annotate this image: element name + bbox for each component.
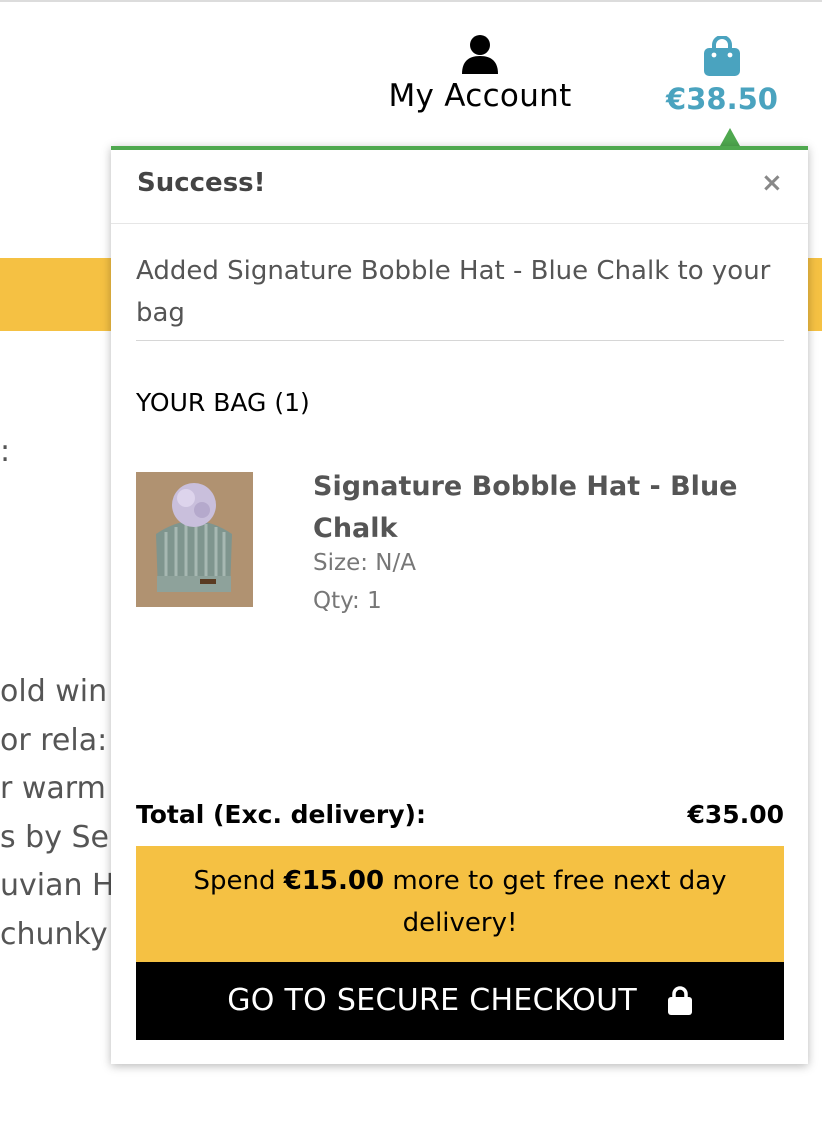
background-line: old win [0, 674, 108, 709]
shopping-bag-link[interactable]: €38.50 [662, 36, 782, 116]
lock-icon [667, 986, 692, 1015]
shopping-bag-icon [704, 36, 740, 76]
popup-header: Success! × [111, 150, 808, 224]
background-line: or rela: [0, 722, 108, 758]
total-value: €35.00 [687, 800, 784, 829]
product-quantity: Qty: 1 [313, 588, 382, 614]
bag-total: €38.50 [666, 82, 778, 116]
my-account-link[interactable]: My Account [380, 34, 580, 114]
product-thumbnail[interactable] [136, 472, 253, 607]
page: My Account €38.50 : old win or rela: r w… [0, 0, 822, 1146]
popup-title: Success! [137, 168, 266, 198]
product-name[interactable]: Signature Bobble Hat - Blue Chalk [313, 466, 753, 550]
background-line: r warm [0, 771, 106, 806]
close-icon[interactable]: × [761, 170, 783, 196]
product-size: Size: N/A [313, 550, 416, 576]
background-text-fragment: : [0, 434, 11, 469]
delivery-suffix: more to get free next day delivery! [392, 866, 727, 938]
checkout-label: GO TO SECURE CHECKOUT [227, 983, 637, 1018]
message-divider [136, 340, 784, 341]
background-description: old win or rela: r warm s by Se uvian H … [0, 668, 115, 959]
background-line: chunky [0, 916, 108, 952]
background-line: uvian H [0, 868, 115, 903]
secure-checkout-button[interactable]: GO TO SECURE CHECKOUT [136, 962, 784, 1040]
background-line: s by Se [0, 819, 109, 855]
delivery-amount: €15.00 [283, 866, 385, 896]
success-message: Added Signature Bobble Hat - Blue Chalk … [136, 256, 771, 328]
bag-success-popup: Success! × Added Signature Bobble Hat - … [111, 146, 808, 1064]
my-account-label: My Account [388, 78, 572, 114]
total-label: Total (Exc. delivery): [136, 800, 426, 829]
bag-heading: YOUR BAG (1) [136, 388, 310, 417]
popup-pointer [720, 128, 740, 146]
free-delivery-notice: Spend €15.00 more to get free next day d… [136, 846, 784, 962]
top-divider [0, 0, 822, 2]
delivery-prefix: Spend [193, 866, 276, 896]
user-icon [462, 35, 498, 74]
